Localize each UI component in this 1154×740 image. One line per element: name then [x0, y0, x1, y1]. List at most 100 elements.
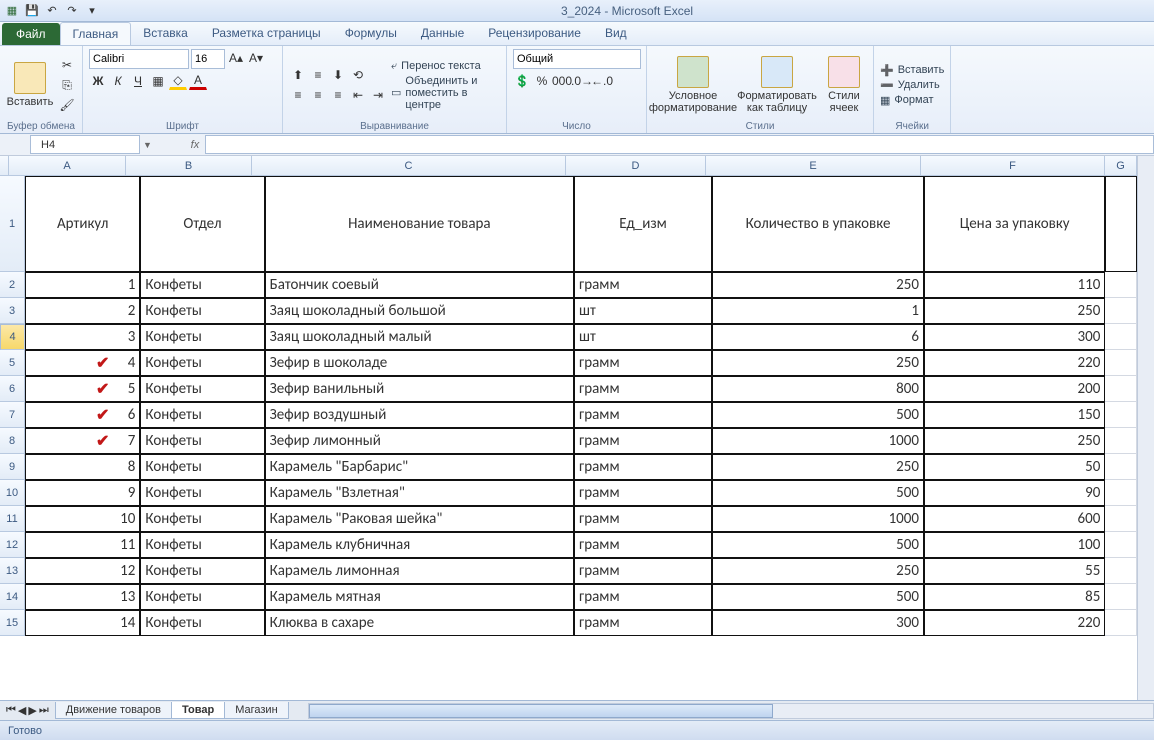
header-cell-B[interactable]: Отдел: [140, 176, 264, 272]
cell-G11[interactable]: [1105, 506, 1137, 532]
cell-G9[interactable]: [1105, 454, 1137, 480]
row-header-14[interactable]: 14: [0, 584, 25, 610]
cell-B6[interactable]: Конфеты: [140, 376, 264, 402]
cell-F12[interactable]: 100: [924, 532, 1105, 558]
vertical-scrollbar[interactable]: [1137, 156, 1154, 700]
select-all-corner[interactable]: [0, 156, 9, 176]
delete-cells-button[interactable]: ➖Удалить: [880, 79, 944, 92]
cell-D6[interactable]: грамм: [574, 376, 712, 402]
row-header-6[interactable]: 6: [0, 376, 25, 402]
cell-F3[interactable]: 250: [924, 298, 1105, 324]
formula-input[interactable]: [205, 135, 1154, 154]
name-box-dropdown-icon[interactable]: ▼: [140, 140, 155, 150]
row-header-3[interactable]: 3: [0, 298, 25, 324]
redo-icon[interactable]: ↷: [64, 3, 80, 19]
row-header-8[interactable]: 8: [0, 428, 25, 454]
cell-A6[interactable]: ✔5: [25, 376, 140, 402]
cell-G4[interactable]: [1105, 324, 1137, 350]
cell-F6[interactable]: 200: [924, 376, 1105, 402]
undo-icon[interactable]: ↶: [44, 3, 60, 19]
cell-D2[interactable]: грамм: [574, 272, 712, 298]
row-header-1[interactable]: 1: [0, 176, 25, 272]
wrap-text-button[interactable]: ⤶Перенос текста: [391, 60, 500, 73]
cell-F9[interactable]: 50: [924, 454, 1105, 480]
cell-E10[interactable]: 500: [712, 480, 924, 506]
cell-C5[interactable]: Зефир в шоколаде: [265, 350, 574, 376]
format-as-table-button[interactable]: Форматировать как таблицу: [737, 49, 817, 121]
cell-E12[interactable]: 500: [712, 532, 924, 558]
currency-icon[interactable]: 💲: [513, 72, 531, 90]
cell-F8[interactable]: 250: [924, 428, 1105, 454]
align-right-icon[interactable]: ≡: [329, 86, 347, 104]
file-tab[interactable]: Файл: [2, 23, 60, 45]
save-icon[interactable]: 💾: [24, 3, 40, 19]
cell-D4[interactable]: шт: [574, 324, 712, 350]
border-icon[interactable]: ▦: [149, 72, 167, 90]
cell-C3[interactable]: Заяц шоколадный большой: [265, 298, 574, 324]
copy-icon[interactable]: ⎘: [58, 76, 76, 94]
cell-D5[interactable]: грамм: [574, 350, 712, 376]
cell-B13[interactable]: Конфеты: [140, 558, 264, 584]
cell-F5[interactable]: 220: [924, 350, 1105, 376]
cell-D3[interactable]: шт: [574, 298, 712, 324]
cell-G12[interactable]: [1105, 532, 1137, 558]
cell-G5[interactable]: [1105, 350, 1137, 376]
header-cell-E[interactable]: Количество в упаковке: [712, 176, 924, 272]
cell-G6[interactable]: [1105, 376, 1137, 402]
header-cell-F[interactable]: Цена за упаковку: [924, 176, 1105, 272]
cell-C8[interactable]: Зефир лимонный: [265, 428, 574, 454]
cell-F2[interactable]: 110: [924, 272, 1105, 298]
cell-B5[interactable]: Конфеты: [140, 350, 264, 376]
row-header-9[interactable]: 9: [0, 454, 25, 480]
cell-E15[interactable]: 300: [712, 610, 924, 636]
cell-A9[interactable]: 8: [25, 454, 140, 480]
header-cell-C[interactable]: Наименование товара: [265, 176, 574, 272]
align-left-icon[interactable]: ≡: [289, 86, 307, 104]
cell-B3[interactable]: Конфеты: [140, 298, 264, 324]
cell-A3[interactable]: 2: [25, 298, 140, 324]
header-cell-A[interactable]: Артикул: [25, 176, 140, 272]
row-header-7[interactable]: 7: [0, 402, 25, 428]
cell-B8[interactable]: Конфеты: [140, 428, 264, 454]
row-header-15[interactable]: 15: [0, 610, 25, 636]
number-format-select[interactable]: [513, 49, 641, 69]
cell-E9[interactable]: 250: [712, 454, 924, 480]
align-middle-icon[interactable]: ≡: [309, 66, 327, 84]
cell-G15[interactable]: [1105, 610, 1137, 636]
fill-color-icon[interactable]: ◇: [169, 72, 187, 90]
col-header-B[interactable]: B: [126, 156, 252, 176]
cell-F11[interactable]: 600: [924, 506, 1105, 532]
cut-icon[interactable]: ✂: [58, 56, 76, 74]
cell-F14[interactable]: 85: [924, 584, 1105, 610]
cell-D9[interactable]: грамм: [574, 454, 712, 480]
cell-B7[interactable]: Конфеты: [140, 402, 264, 428]
tab-nav-next-icon[interactable]: ▶: [28, 704, 36, 717]
col-header-C[interactable]: C: [252, 156, 566, 176]
cell-D13[interactable]: грамм: [574, 558, 712, 584]
cell-C4[interactable]: Заяц шоколадный малый: [265, 324, 574, 350]
cell-F10[interactable]: 90: [924, 480, 1105, 506]
row-header-10[interactable]: 10: [0, 480, 25, 506]
indent-decrease-icon[interactable]: ⇤: [349, 86, 367, 104]
fx-icon[interactable]: fx: [185, 139, 205, 151]
qat-dropdown-icon[interactable]: ▾: [84, 3, 100, 19]
cell-D7[interactable]: грамм: [574, 402, 712, 428]
header-cell-D[interactable]: Ед_изм: [574, 176, 712, 272]
cell-C15[interactable]: Клюква в сахаре: [265, 610, 574, 636]
cell-D14[interactable]: грамм: [574, 584, 712, 610]
cell-B15[interactable]: Конфеты: [140, 610, 264, 636]
cell-A15[interactable]: 14: [25, 610, 140, 636]
cell-C13[interactable]: Карамель лимонная: [265, 558, 574, 584]
cell-C2[interactable]: Батончик соевый: [265, 272, 574, 298]
cell-F7[interactable]: 150: [924, 402, 1105, 428]
cell-G8[interactable]: [1105, 428, 1137, 454]
cell-A5[interactable]: ✔4: [25, 350, 140, 376]
cell-E3[interactable]: 1: [712, 298, 924, 324]
cell-B4[interactable]: Конфеты: [140, 324, 264, 350]
decrease-decimal-icon[interactable]: ←.0: [593, 72, 611, 90]
cell-E5[interactable]: 250: [712, 350, 924, 376]
cell-B14[interactable]: Конфеты: [140, 584, 264, 610]
cell-A14[interactable]: 13: [25, 584, 140, 610]
cell-B11[interactable]: Конфеты: [140, 506, 264, 532]
grid-cells[interactable]: АртикулОтделНаименование товараЕд_измКол…: [25, 176, 1137, 700]
